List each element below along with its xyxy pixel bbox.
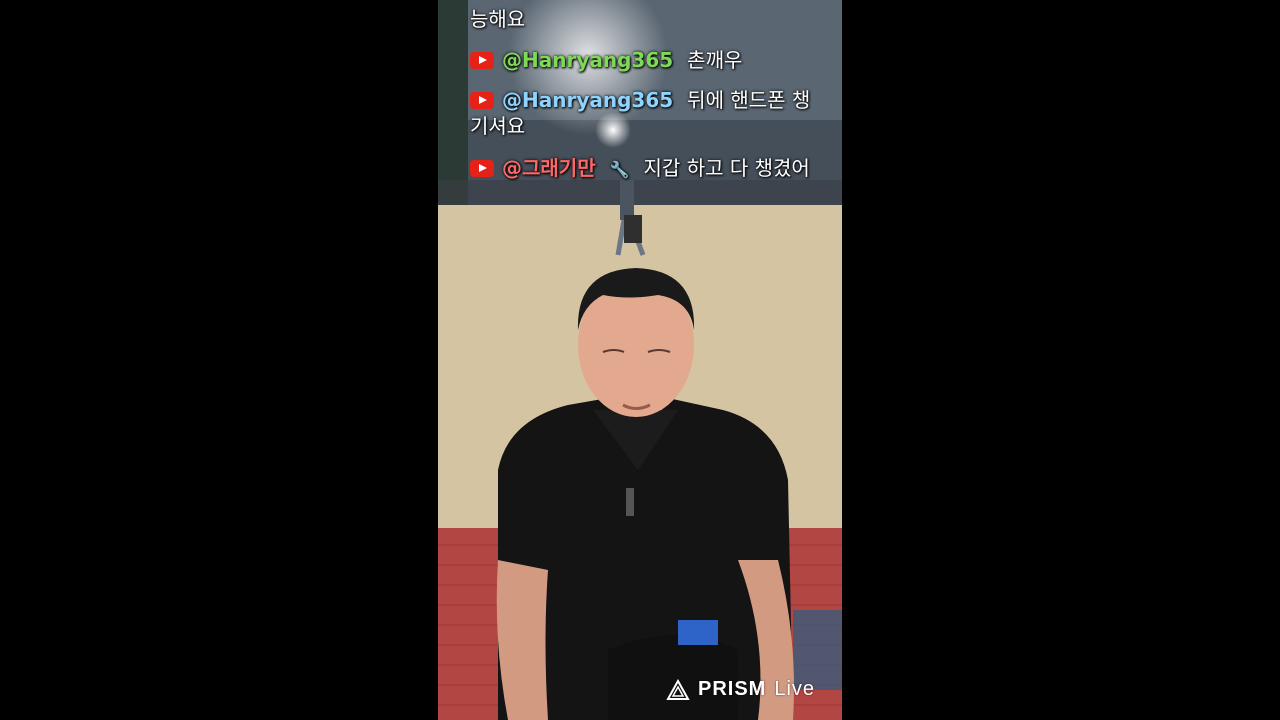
prism-live-watermark: PRISM Live: [666, 678, 815, 701]
chat-message-text: 지갑 하고 다 챙겼어: [643, 156, 810, 180]
chat-author[interactable]: @그래기만: [502, 156, 596, 180]
prism-live-text: Live: [774, 678, 816, 700]
youtube-icon: [470, 52, 494, 69]
youtube-icon: [470, 92, 494, 109]
chat-message-text: 촌깨우: [687, 48, 743, 72]
chat-author[interactable]: @Hanryang365: [502, 88, 673, 112]
youtube-icon: [470, 160, 494, 177]
chat-message: @그래기만 🔧 지갑 하고 다 챙겼어: [470, 155, 820, 183]
chat-message: @Hanryang365 촌깨우: [470, 47, 820, 73]
chat-message-text: 능해요: [470, 7, 526, 31]
wrench-icon: 🔧: [609, 160, 630, 179]
prism-brand-text: PRISM: [698, 678, 767, 700]
prism-triangle-icon: [666, 678, 690, 700]
chat-author[interactable]: @Hanryang365: [502, 48, 673, 72]
chat-message: @Hanryang365 뒤에 핸드폰 챙기셔요: [470, 87, 820, 139]
chat-message: 능해요: [470, 6, 820, 32]
video-player[interactable]: 능해요 @Hanryang365 촌깨우 @Hanryang365 뒤에 핸드폰 챙…: [0, 0, 1280, 720]
